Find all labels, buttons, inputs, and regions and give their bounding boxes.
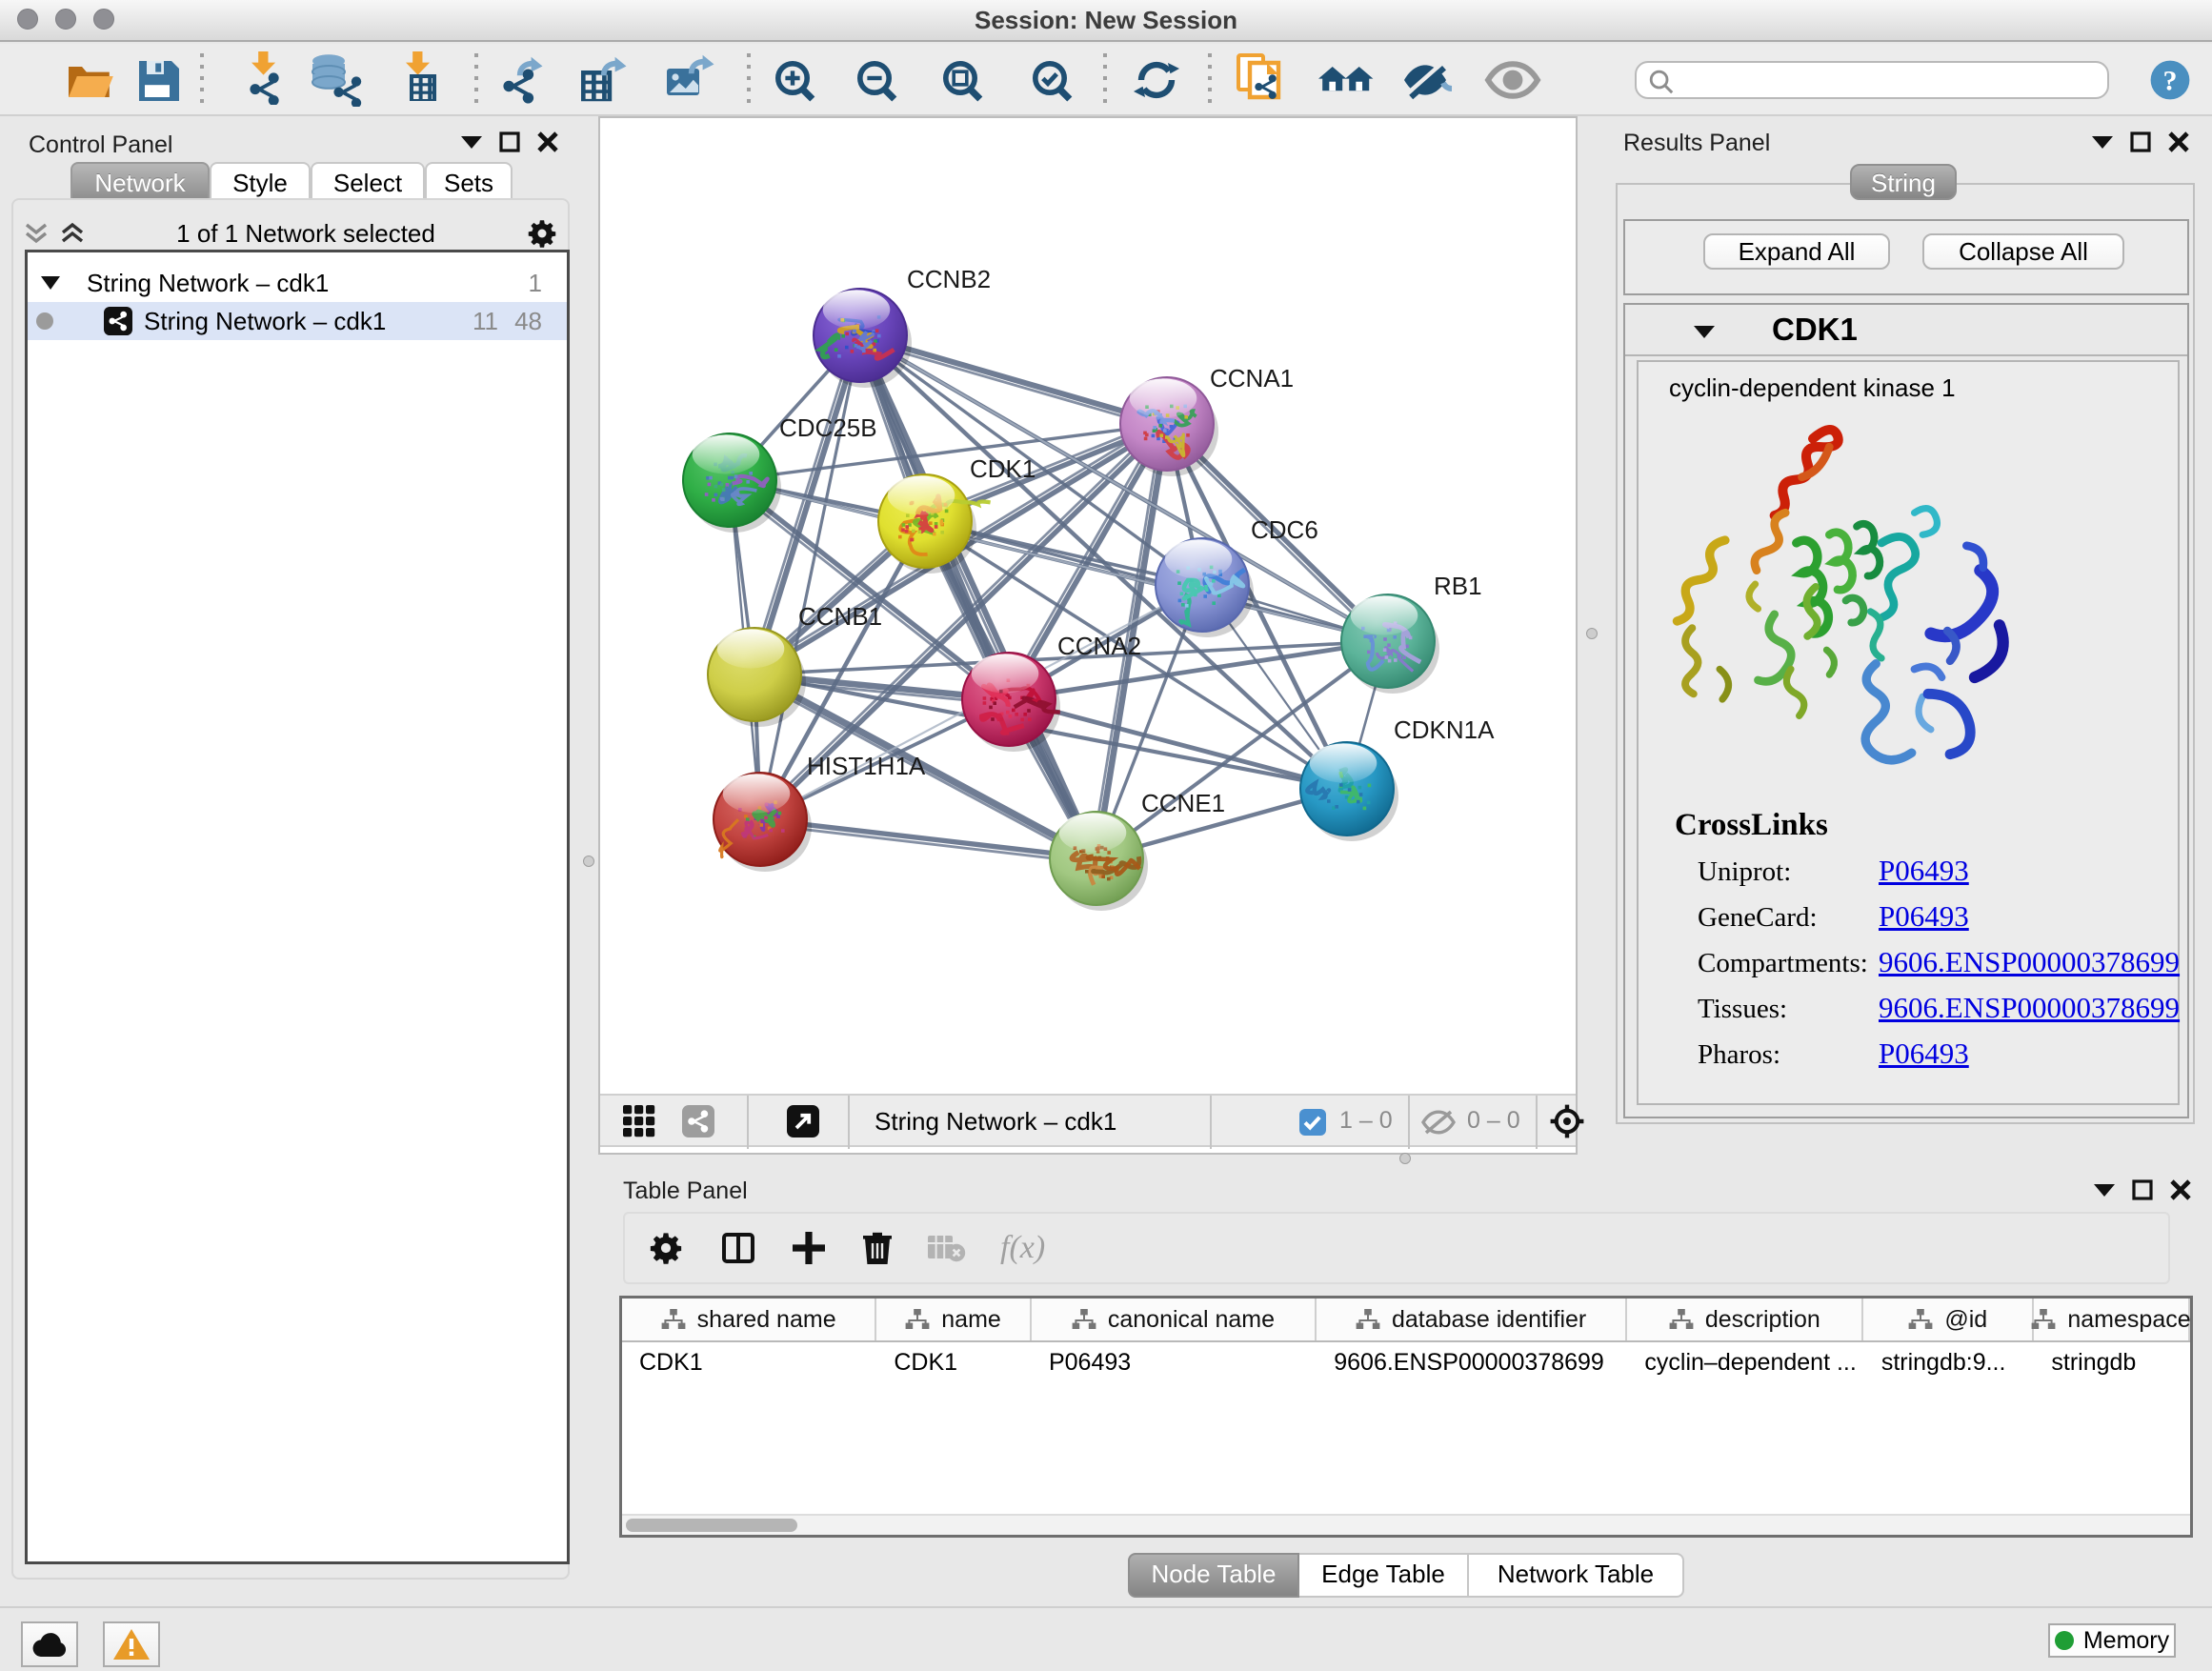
svg-text:HIST1H1A: HIST1H1A xyxy=(807,752,926,780)
svg-text:CCNB1: CCNB1 xyxy=(798,602,882,631)
svg-text:?: ? xyxy=(2163,65,2178,96)
svg-text:CCNE1: CCNE1 xyxy=(1141,789,1225,817)
svg-text:CDC6: CDC6 xyxy=(1251,515,1318,544)
svg-text:CCNA1: CCNA1 xyxy=(1210,364,1294,393)
svg-text:CDKN1A: CDKN1A xyxy=(1394,715,1495,744)
svg-text:CDC25B: CDC25B xyxy=(779,413,877,442)
svg-text:RB1: RB1 xyxy=(1434,572,1482,600)
svg-text:CCNA2: CCNA2 xyxy=(1057,632,1141,660)
svg-text:CDK1: CDK1 xyxy=(970,454,1036,483)
svg-text:CCNB2: CCNB2 xyxy=(907,265,991,293)
